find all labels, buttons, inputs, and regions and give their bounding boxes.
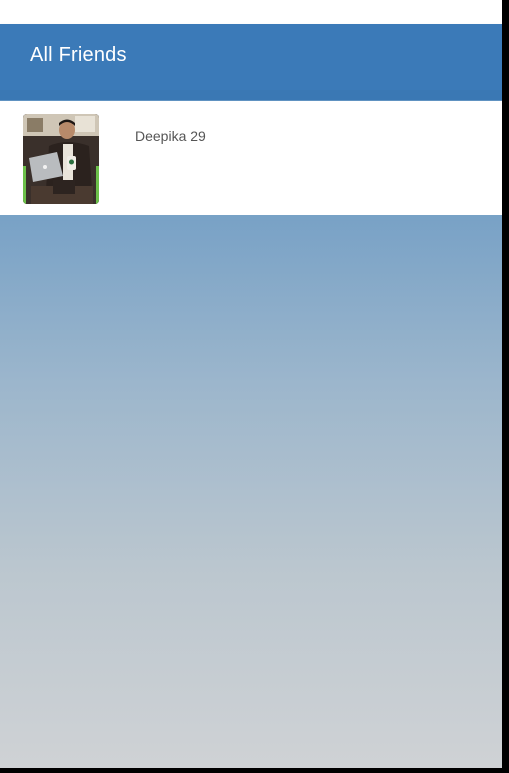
- friend-list: Deepika 29: [0, 101, 502, 215]
- frame-edge-right: [502, 0, 509, 773]
- app-bar: All Friends: [0, 24, 502, 90]
- friends-screen: All Friends Deepika 29: [0, 0, 502, 768]
- frame-edge-bottom: [0, 768, 509, 773]
- avatar[interactable]: [23, 114, 99, 204]
- user-photo-icon: [23, 114, 99, 204]
- tab-strip: [0, 90, 502, 100]
- status-strip: [0, 0, 502, 24]
- page-title: All Friends: [30, 44, 127, 66]
- friend-name: Deepika 29: [135, 128, 206, 144]
